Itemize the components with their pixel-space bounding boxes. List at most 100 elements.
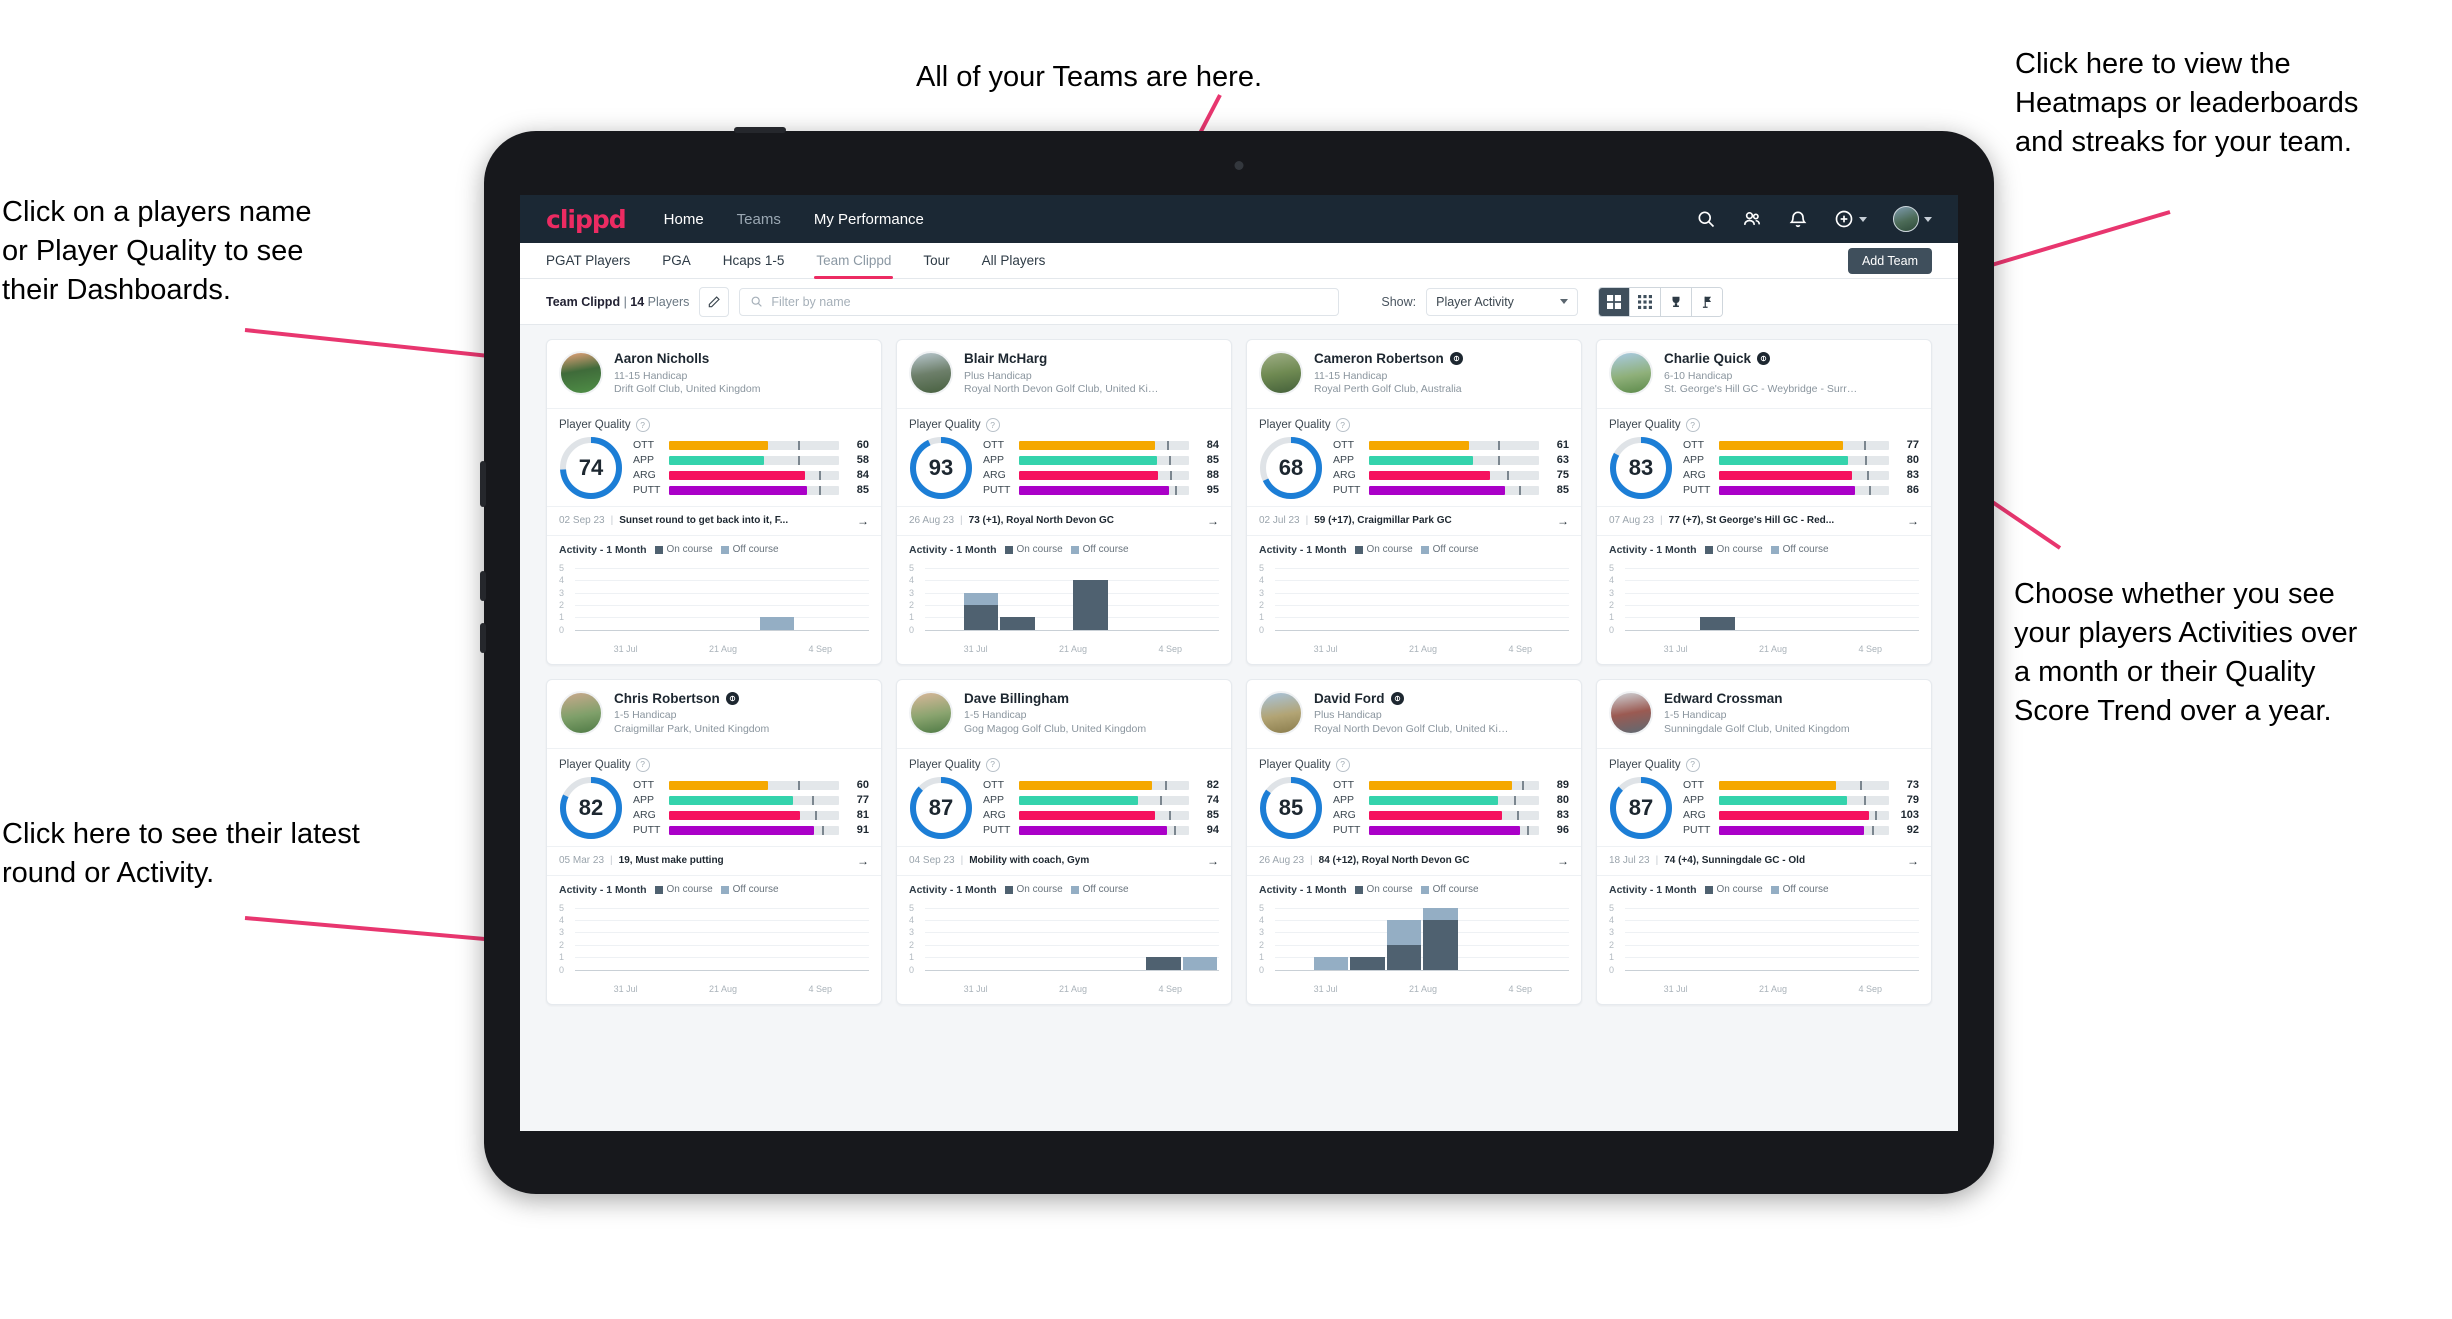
tab-pgat-players[interactable]: PGAT Players [546,243,630,279]
player-name[interactable]: David Ford [1314,691,1510,707]
help-icon[interactable]: ? [635,757,650,772]
nav-item-home[interactable]: Home [664,211,704,228]
player-card-header[interactable]: Edward Crossman 1-5 Handicap Sunningdale… [1597,680,1931,749]
view-leaderboard-button[interactable] [1661,287,1693,316]
latest-round-row[interactable]: 04 Sep 23 | Mobility with coach, Gym → [897,845,1231,876]
help-icon[interactable]: ? [1335,757,1350,772]
mute-button[interactable] [480,623,486,653]
player-card[interactable]: Dave Billingham 1-5 Handicap Gog Magog G… [896,678,1232,1005]
player-quality-section[interactable]: Player Quality ? 74 OTT 60 APP 58 ARG 84… [547,409,881,506]
avatar[interactable] [1893,206,1919,232]
bell-icon[interactable] [1788,209,1808,229]
player-card[interactable]: Edward Crossman 1-5 Handicap Sunningdale… [1596,678,1932,1005]
show-select[interactable]: Player Activity [1426,287,1579,316]
latest-round-row[interactable]: 02 Sep 23 | Sunset round to get back int… [547,505,881,536]
tab-all-players[interactable]: All Players [982,243,1046,279]
latest-round-row[interactable]: 07 Aug 23 | 77 (+7), St George's Hill GC… [1597,505,1931,536]
player-avatar[interactable] [1259,690,1303,735]
power-button[interactable] [480,461,486,507]
arrow-right-icon[interactable]: → [1907,514,1919,528]
help-icon[interactable]: ? [1685,757,1700,772]
player-avatar[interactable] [559,351,603,395]
search-icon[interactable] [1696,209,1716,229]
account-menu[interactable] [1893,206,1932,232]
latest-round-row[interactable]: 02 Jul 23 | 59 (+17), Craigmillar Park G… [1247,505,1581,536]
player-avatar[interactable] [1259,351,1303,395]
add-menu[interactable] [1834,209,1867,229]
player-name[interactable]: Dave Billingham [964,691,1146,707]
edit-team-button[interactable] [699,286,730,317]
player-quality-section[interactable]: Player Quality ? 83 OTT 77 APP 80 ARG 83… [1597,409,1931,506]
clippd-logo[interactable]: clippd [546,205,627,234]
volume-button-up[interactable] [734,127,786,133]
plus-circle-icon[interactable] [1834,209,1854,229]
activity-header: Activity - 1 Month On course Off course [1259,544,1569,556]
player-avatar[interactable] [909,690,953,735]
player-name[interactable]: Charlie Quick [1664,351,1860,367]
player-card[interactable]: David Ford Plus Handicap Royal North Dev… [1246,678,1582,1005]
player-card-header[interactable]: Chris Robertson 1-5 Handicap Craigmillar… [547,680,881,749]
player-quality-section[interactable]: Player Quality ? 85 OTT 89 APP 80 ARG 83… [1247,749,1581,846]
arrow-right-icon[interactable]: → [857,854,869,868]
search-input[interactable]: Filter by name [739,287,1340,316]
player-quality-section[interactable]: Player Quality ? 68 OTT 61 APP 63 ARG 75… [1247,409,1581,506]
player-name[interactable]: Cameron Robertson [1314,351,1463,367]
player-quality-section[interactable]: Player Quality ? 87 OTT 82 APP 74 ARG 85… [897,749,1231,846]
metric-track [1719,470,1889,480]
player-avatar[interactable] [909,351,953,395]
player-quality-section[interactable]: Player Quality ? 82 OTT 60 APP 77 ARG 81… [547,749,881,846]
volume-button-down[interactable] [480,571,486,601]
legend-swatch-on-course [1004,545,1013,554]
player-card-header[interactable]: Charlie Quick 6-10 Handicap St. George's… [1597,340,1931,409]
latest-round-row[interactable]: 26 Aug 23 | 84 (+12), Royal North Devon … [1247,845,1581,876]
help-icon[interactable]: ? [1335,417,1350,432]
help-icon[interactable]: ? [1685,417,1700,432]
view-heatmap-button[interactable] [1692,287,1723,316]
player-name[interactable]: Chris Robertson [614,691,769,707]
arrow-right-icon[interactable]: → [857,514,869,528]
player-quality-section[interactable]: Player Quality ? 87 OTT 73 APP 79 ARG 10… [1597,749,1931,846]
add-team-button[interactable]: Add Team [1847,247,1932,274]
player-card-header[interactable]: Aaron Nicholls 11-15 Handicap Drift Golf… [547,340,881,409]
nav-item-my-performance[interactable]: My Performance [814,211,924,228]
tab-tour[interactable]: Tour [923,243,949,279]
help-icon[interactable]: ? [635,417,650,432]
player-avatar[interactable] [1609,351,1653,395]
player-card-header[interactable]: Blair McHarg Plus Handicap Royal North D… [897,340,1231,409]
arrow-right-icon[interactable]: → [1207,514,1219,528]
player-name[interactable]: Blair McHarg [964,351,1160,367]
latest-round-row[interactable]: 05 Mar 23 | 19, Must make putting → [547,845,881,876]
view-grid-small-button[interactable] [1630,287,1662,316]
tab-hcaps-1-5[interactable]: Hcaps 1-5 [723,243,785,279]
player-club: Royal Perth Golf Club, Australia [1314,383,1462,396]
people-icon[interactable] [1742,209,1762,229]
arrow-right-icon[interactable]: → [1207,854,1219,868]
player-name[interactable]: Edward Crossman [1664,691,1850,707]
help-icon[interactable]: ? [985,417,1000,432]
player-card[interactable]: Charlie Quick 6-10 Handicap St. George's… [1596,339,1932,665]
legend-swatch-off-course [1070,885,1079,894]
player-card-header[interactable]: Dave Billingham 1-5 Handicap Gog Magog G… [897,680,1231,749]
player-quality-section[interactable]: Player Quality ? 93 OTT 84 APP 85 ARG 88… [897,409,1231,506]
player-avatar[interactable] [559,690,603,735]
activity-header: Activity - 1 Month On course Off course [559,884,869,896]
player-card-header[interactable]: Cameron Robertson 11-15 Handicap Royal P… [1247,340,1581,409]
player-card[interactable]: Chris Robertson 1-5 Handicap Craigmillar… [546,678,882,1005]
player-card-header[interactable]: David Ford Plus Handicap Royal North Dev… [1247,680,1581,749]
round-date: 05 Mar 23 [559,855,605,867]
player-name[interactable]: Aaron Nicholls [614,351,760,367]
tab-team-clippd[interactable]: Team Clippd [814,243,894,279]
arrow-right-icon[interactable]: → [1557,514,1569,528]
arrow-right-icon[interactable]: → [1907,854,1919,868]
latest-round-row[interactable]: 26 Aug 23 | 73 (+1), Royal North Devon G… [897,505,1231,536]
player-avatar[interactable] [1609,690,1653,735]
player-card[interactable]: Aaron Nicholls 11-15 Handicap Drift Golf… [546,339,882,665]
tab-pga[interactable]: PGA [662,243,691,279]
player-card[interactable]: Blair McHarg Plus Handicap Royal North D… [896,339,1232,665]
latest-round-row[interactable]: 18 Jul 23 | 74 (+4), Sunningdale GC - Ol… [1597,845,1931,876]
nav-item-teams[interactable]: Teams [737,211,781,228]
view-grid-large-button[interactable] [1599,287,1631,316]
help-icon[interactable]: ? [985,757,1000,772]
arrow-right-icon[interactable]: → [1557,854,1569,868]
player-card[interactable]: Cameron Robertson 11-15 Handicap Royal P… [1246,339,1582,665]
